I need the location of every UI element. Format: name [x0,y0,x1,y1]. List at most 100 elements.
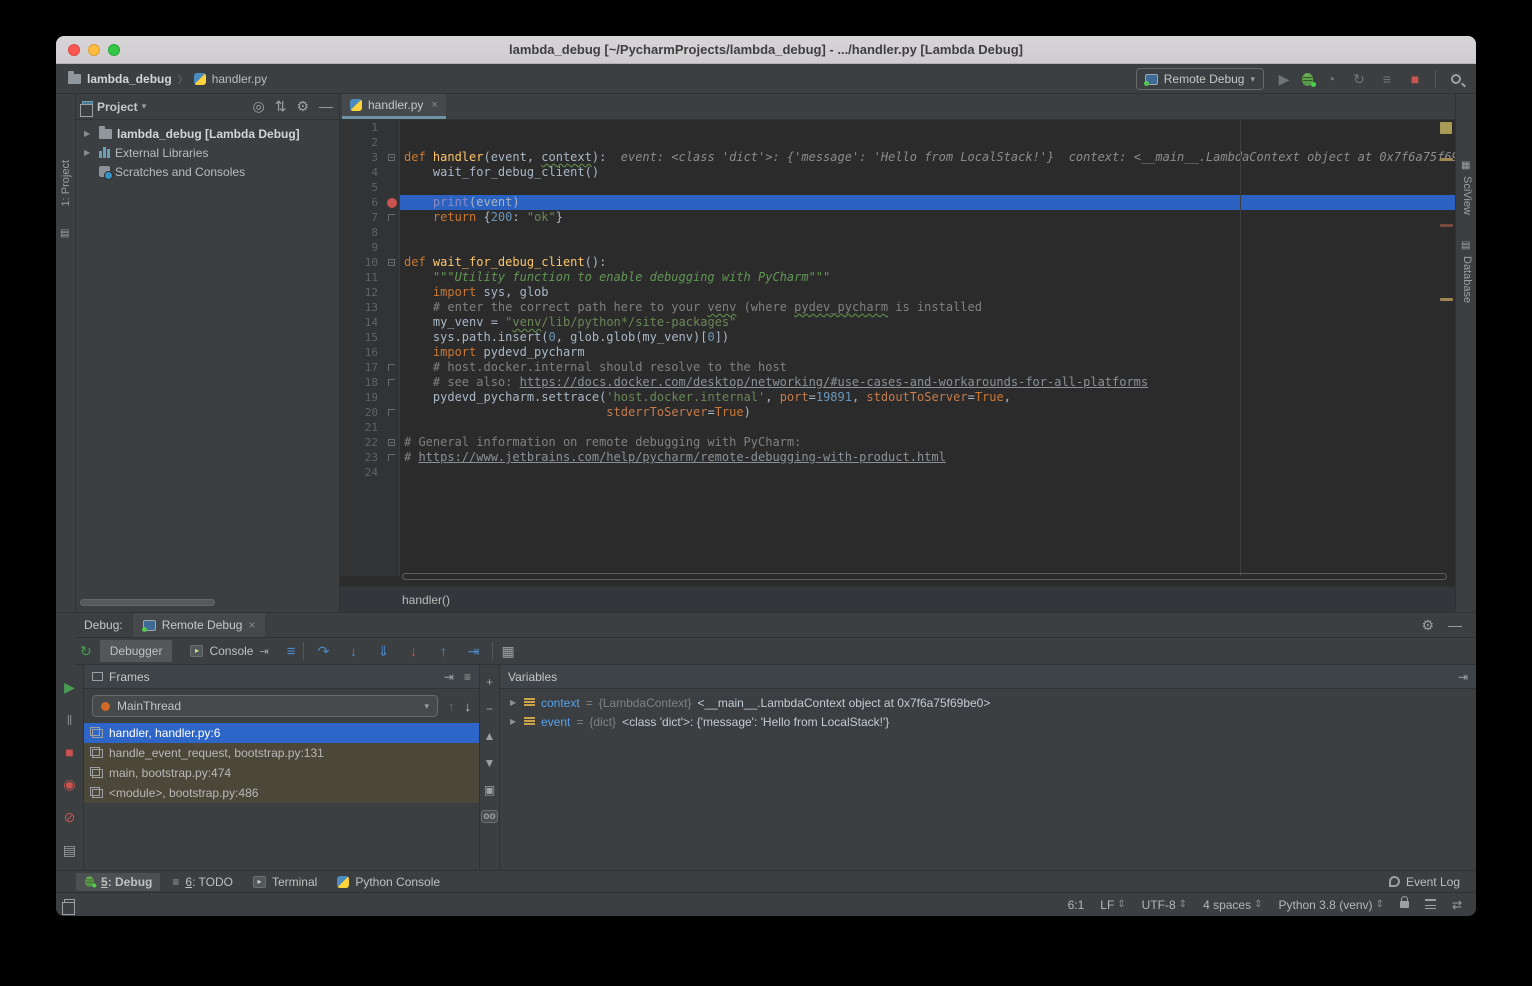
expander-icon[interactable]: ▶ [84,129,94,138]
debug-view-tab-console[interactable]: ▸Console⇥ [180,640,278,662]
move-down-button[interactable]: ▼ [484,756,496,770]
restore-icon[interactable]: ⇥ [444,670,454,684]
expander-icon[interactable]: ▶ [510,698,518,707]
stop-button[interactable]: ■ [1405,69,1425,89]
pause-button[interactable]: ‖ [67,712,73,728]
step-over-icon[interactable]: ↷ [312,643,334,660]
status-widget-6-1[interactable]: 6:1 [1068,898,1085,912]
hide-icon[interactable]: — [319,98,333,115]
collapse-all-icon[interactable]: ⇅ [275,98,287,115]
run-configuration-select[interactable]: Remote Debug ▾ [1136,68,1264,90]
step-into-icon[interactable]: ↓ [342,643,364,659]
error-stripe-mark[interactable] [1440,298,1453,301]
stop-button[interactable]: ■ [65,744,73,760]
close-icon[interactable]: × [248,618,255,632]
evaluate-table-icon[interactable]: ▦ [501,643,514,660]
show-watches-button[interactable]: oo [481,810,497,823]
duplicate-button[interactable]: ▣ [484,783,495,797]
tab-handler-py[interactable]: handler.py × [342,94,446,119]
search-everywhere-button[interactable] [1446,69,1466,89]
variable-row-context[interactable]: ▶context={LambdaContext}<__main__.Lambda… [500,693,1476,712]
editor-gutter[interactable]: 123456789101112131415161718192021222324 [340,120,400,576]
scope-breadcrumb[interactable]: handler() [402,593,450,607]
settings-icon[interactable]: ⚙ [1421,617,1434,634]
tree-item-external-libraries[interactable]: ▶External Libraries [76,143,339,162]
lock-icon[interactable] [1400,901,1409,908]
stack-frame-item[interactable]: handle_event_request, bootstrap.py:131 [84,743,479,763]
event-log-button[interactable]: Event Log [1406,875,1460,889]
mute-breakpoints-button[interactable]: ⊘ [64,809,76,826]
status-widget-python-3-8-venv-[interactable]: Python 3.8 (venv)⇕ [1278,898,1383,912]
stack-frame-item[interactable]: <module>, bootstrap.py:486 [84,783,479,803]
fold-open-icon[interactable] [388,259,395,266]
incognito-icon[interactable] [1425,901,1436,909]
project-panel-title[interactable]: Project [97,100,138,114]
editor-horizontal-scrollbar[interactable] [402,573,1447,580]
restart-button[interactable]: ↻ [1349,69,1369,89]
remove-watch-button[interactable]: − [486,702,493,716]
add-watch-button[interactable]: + [486,675,493,689]
run-button[interactable]: ▶ [1274,69,1294,89]
toolwindow-button-python-console[interactable]: Python Console [329,873,448,891]
minimize-window-button[interactable] [88,44,100,56]
restore-icon[interactable]: ⇥ [1458,670,1468,684]
toolwindow-button-terminal[interactable]: ▸Terminal [245,873,325,891]
close-tab-icon[interactable]: × [431,99,437,111]
stack-frame-item[interactable]: handler, handler.py:6 [84,723,479,743]
variable-row-event[interactable]: ▶event={dict}<class 'dict'>: {'message':… [500,712,1476,731]
fold-end-icon[interactable] [388,454,395,461]
pin-icon[interactable]: ⇥ [259,645,268,658]
toolwindow-button-project[interactable]: 1: Project [60,160,72,206]
breadcrumb-project[interactable]: lambda_debug [87,72,172,86]
fold-end-icon[interactable] [388,379,395,386]
rerun-button[interactable]: ↻ [80,643,92,660]
step-into-my-code-icon[interactable]: ↓ [402,643,424,659]
breadcrumb-file[interactable]: handler.py [212,72,267,86]
fold-end-icon[interactable] [388,214,395,221]
maximize-window-button[interactable] [108,44,120,56]
tree-item-lambda-debug-lambda-debug[interactable]: ▶lambda_debug [Lambda Debug] [76,124,339,143]
next-frame-button[interactable]: ↓ [465,699,472,714]
tree-item-scratches-and-consoles[interactable]: Scratches and Consoles [76,162,339,181]
debug-session-tab[interactable]: Remote Debug × [133,613,266,637]
force-step-into-icon[interactable]: ⇓ [372,643,394,660]
debug-view-tab-debugger[interactable]: Debugger [100,640,173,662]
step-out-icon[interactable]: ↑ [432,643,454,659]
stack-frame-item[interactable]: main, bootstrap.py:474 [84,763,479,783]
toolwindow-button--debug[interactable]: 5: Debug [76,873,160,891]
status-widget-4-spaces[interactable]: 4 spaces⇕ [1203,898,1262,912]
error-stripe-square[interactable] [1440,122,1452,134]
restore-layout-button[interactable]: ▤ [63,842,76,859]
expander-icon[interactable]: ▶ [84,148,94,157]
fold-open-icon[interactable] [388,154,395,161]
toolwindow-toggle-icon[interactable] [64,899,75,910]
error-stripe-mark[interactable] [1440,158,1453,161]
code-area[interactable]: 123456789101112131415161718192021222324 … [340,120,1455,576]
previous-frame-button[interactable]: ↑ [448,699,455,714]
profiler-button[interactable]: ≡ [1377,69,1397,89]
status-widget-lf[interactable]: LF⇕ [1100,898,1125,912]
fold-open-icon[interactable] [388,439,395,446]
coverage-button[interactable]: ◔ [1321,69,1341,89]
project-horizontal-scrollbar[interactable] [80,599,215,606]
breakpoint-icon[interactable] [387,198,397,208]
fold-end-icon[interactable] [388,364,395,371]
sync-icon[interactable]: ⇄ [1452,898,1462,912]
menu-icon[interactable]: ≡ [464,670,471,684]
move-up-button[interactable]: ▲ [484,729,496,743]
toolwindow-button--todo[interactable]: ≡6: TODO [164,873,241,891]
resume-button[interactable]: ▶ [64,679,75,696]
settings-icon[interactable]: ⚙ [296,98,309,115]
toolwindow-button-sciview[interactable]: SciView [1461,176,1473,215]
fold-end-icon[interactable] [388,409,395,416]
close-window-button[interactable] [68,44,80,56]
debug-button[interactable] [1302,73,1313,86]
error-stripe-mark[interactable] [1440,224,1453,227]
status-widget-utf-8[interactable]: UTF-8⇕ [1142,898,1187,912]
layout-menu-icon[interactable]: ≡ [287,643,296,660]
hide-icon[interactable]: — [1448,617,1462,634]
run-to-cursor-icon[interactable]: ⇥ [462,643,484,660]
toolwindow-button-database[interactable]: Database [1461,256,1473,303]
expander-icon[interactable]: ▶ [510,717,518,726]
thread-select[interactable]: MainThread ▾ [92,695,438,717]
